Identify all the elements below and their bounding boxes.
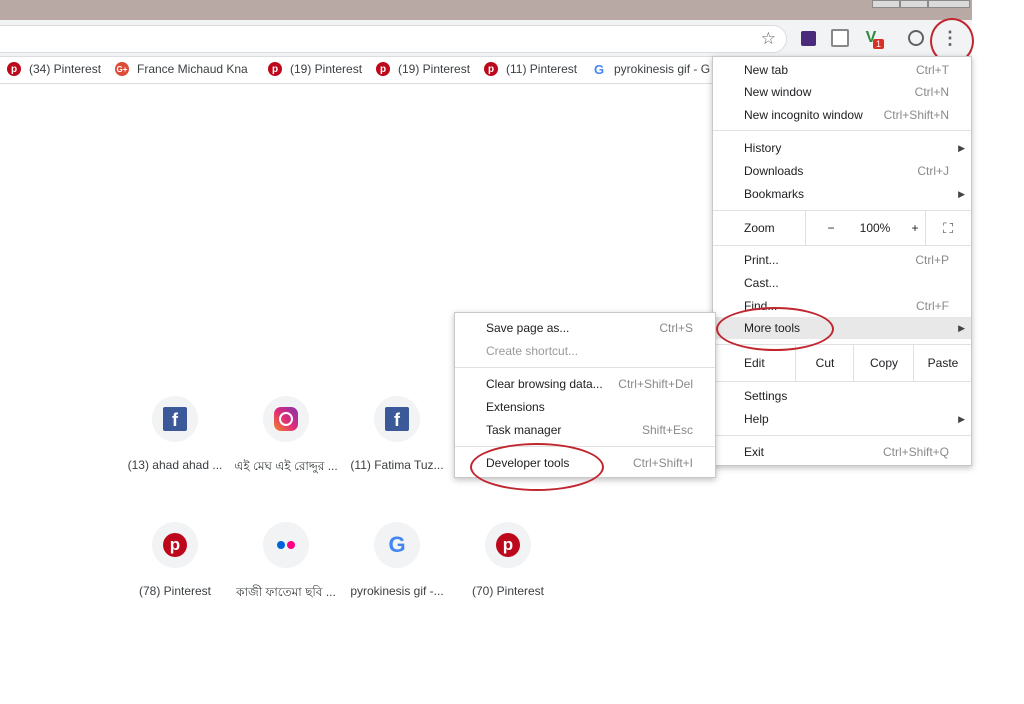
- facebook-icon: f: [385, 407, 409, 431]
- menu-item-find[interactable]: Find... Ctrl+F: [713, 295, 971, 317]
- tile-label: (11) Fatima Tuz...: [350, 458, 444, 472]
- tab-strip: [0, 0, 972, 20]
- browser-toolbar: ☆ V1 ⋮: [0, 20, 972, 57]
- shortcut-tile[interactable]: G pyrokinesis gif -...: [342, 522, 452, 598]
- tile-label: কাজী ফাতেমা ছবি ...: [236, 585, 336, 599]
- menu-item-developer-tools[interactable]: Developer tools Ctrl+Shift+I: [455, 452, 715, 474]
- tile-label: (78) Pinterest: [138, 584, 212, 598]
- address-bar[interactable]: ☆: [0, 25, 787, 53]
- menu-item-save-page[interactable]: Save page as... Ctrl+S: [455, 317, 715, 339]
- google-icon: G: [592, 61, 606, 77]
- menu-item-clear-browsing-data[interactable]: Clear browsing data... Ctrl+Shift+Del: [455, 373, 715, 395]
- google-icon: G: [388, 532, 406, 557]
- menu-item-new-window[interactable]: New window Ctrl+N: [713, 81, 971, 103]
- tile-label: (70) Pinterest: [471, 584, 545, 598]
- menu-item-create-shortcut[interactable]: Create shortcut...: [455, 340, 715, 362]
- menu-item-exit[interactable]: Exit Ctrl+Shift+Q: [713, 441, 971, 463]
- purple-extension-icon[interactable]: [798, 28, 818, 48]
- profile-icon[interactable]: [906, 28, 926, 48]
- shield-extension-icon[interactable]: V1: [861, 28, 885, 49]
- tile-label: (13) ahad ahad ...: [127, 458, 223, 472]
- close-window-button[interactable]: [928, 0, 970, 8]
- menu-item-more-tools[interactable]: More tools ▶: [713, 317, 971, 339]
- fullscreen-icon[interactable]: ⛶: [925, 211, 970, 245]
- shortcut-tile[interactable]: f (13) ahad ahad ...: [120, 396, 230, 472]
- extension-badge: 1: [873, 39, 885, 49]
- instagram-icon: [274, 407, 298, 431]
- gray-extension-icon[interactable]: [830, 28, 850, 48]
- bookmark-item[interactable]: p (11) Pinterest: [484, 62, 577, 76]
- copy-button[interactable]: Copy: [853, 345, 914, 381]
- bookmark-item[interactable]: p (19) Pinterest: [268, 62, 362, 76]
- tile-label: এই মেঘ এই রোদ্দুর ...: [234, 459, 338, 473]
- menu-item-extensions[interactable]: Extensions: [455, 396, 715, 418]
- zoom-out-button[interactable]: −: [805, 211, 856, 245]
- zoom-level: 100%: [859, 221, 891, 235]
- shortcut-tile[interactable]: এই মেঘ এই রোদ্দুর ...: [231, 396, 341, 478]
- menu-row-edit: Edit Cut Copy Paste: [713, 345, 971, 381]
- pinterest-icon: p: [7, 62, 21, 76]
- chevron-right-icon: ▶: [958, 143, 965, 153]
- menu-row-zoom: Zoom − 100% + ⛶: [713, 211, 971, 245]
- pinterest-icon: p: [376, 62, 390, 76]
- maximize-button[interactable]: [900, 0, 928, 8]
- flickr-icon: [277, 541, 295, 549]
- star-icon[interactable]: ☆: [761, 29, 776, 49]
- pinterest-icon: p: [484, 62, 498, 76]
- bookmark-item[interactable]: Gpyrokinesis gif - G: [592, 61, 710, 77]
- google-plus-icon: G+: [115, 62, 129, 76]
- bookmarks-bar: p (34) Pinterest G+ France Michaud Kna p (1…: [0, 57, 712, 84]
- shortcut-tile[interactable]: p (78) Pinterest: [120, 522, 230, 598]
- menu-item-new-incognito[interactable]: New incognito window Ctrl+Shift+N: [713, 104, 971, 126]
- shortcut-tile[interactable]: কাজী ফাতেমা ছবি ...: [231, 522, 341, 604]
- pinterest-icon: p: [268, 62, 282, 76]
- menu-item-cast[interactable]: Cast...: [713, 272, 971, 294]
- menu-item-new-tab[interactable]: New tab Ctrl+T: [713, 59, 971, 81]
- minimize-button[interactable]: [872, 0, 900, 8]
- menu-item-downloads[interactable]: Downloads Ctrl+J: [713, 160, 971, 182]
- cut-button[interactable]: Cut: [795, 345, 854, 381]
- facebook-icon: f: [163, 407, 187, 431]
- menu-item-help[interactable]: Help ▶: [713, 408, 971, 430]
- menu-item-bookmarks[interactable]: Bookmarks ▶: [713, 183, 971, 205]
- menu-item-print[interactable]: Print... Ctrl+P: [713, 249, 971, 271]
- menu-item-settings[interactable]: Settings: [713, 385, 971, 407]
- chevron-right-icon: ▶: [958, 323, 965, 333]
- chevron-right-icon: ▶: [958, 414, 965, 424]
- bookmark-item[interactable]: p (19) Pinterest: [376, 62, 470, 76]
- more-tools-submenu: Save page as... Ctrl+S Create shortcut...…: [454, 312, 716, 478]
- chrome-main-menu: New tab Ctrl+T New window Ctrl+N New incog…: [712, 56, 972, 466]
- kebab-menu-icon[interactable]: ⋮: [940, 28, 960, 48]
- shortcut-tile[interactable]: f (11) Fatima Tuz...: [342, 396, 452, 472]
- shortcut-tile[interactable]: p (70) Pinterest: [453, 522, 563, 598]
- bookmark-item[interactable]: G+ France Michaud Kna: [115, 62, 248, 76]
- bookmark-item[interactable]: p (34) Pinterest: [7, 62, 101, 76]
- pinterest-icon: p: [496, 533, 520, 557]
- menu-item-history[interactable]: History ▶: [713, 137, 971, 159]
- menu-item-task-manager[interactable]: Task manager Shift+Esc: [455, 419, 715, 441]
- paste-button[interactable]: Paste: [913, 345, 972, 381]
- pinterest-icon: p: [163, 533, 187, 557]
- tile-label: pyrokinesis gif -...: [350, 584, 444, 598]
- chevron-right-icon: ▶: [958, 189, 965, 199]
